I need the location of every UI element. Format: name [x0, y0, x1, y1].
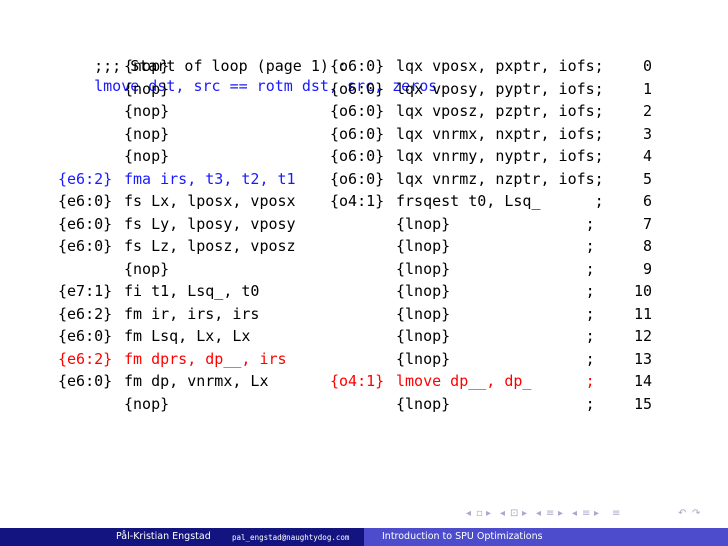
- odd-pipe-cycle-number: 8: [642, 237, 652, 255]
- nav-next-section-icon[interactable]: ▸: [558, 508, 563, 519]
- footer-author-panel: Pål-Kristian Engstad pal_engstad@naughty…: [0, 528, 364, 546]
- even-pipe-instruction: fs Lx, lposx, vposx: [124, 192, 296, 210]
- even-pipe-label: {e6:0}: [58, 327, 113, 345]
- odd-pipe-cycle-number: 9: [642, 259, 652, 278]
- odd-pipe-instruction: {lnop} ;: [396, 304, 595, 323]
- even-pipe-instruction: {nop}: [124, 102, 170, 120]
- nav-prev-subsection-icon[interactable]: ◂: [500, 508, 505, 519]
- odd-pipe-instruction: lqx vnrmy, nyptr, iofs;: [396, 147, 604, 165]
- even-pipe-instruction: fs Lz, lposz, vposz: [124, 237, 296, 255]
- odd-pipe-instruction: {lnop} ;: [396, 214, 595, 233]
- nav-prev-doc-icon[interactable]: ◂: [572, 508, 577, 519]
- odd-pipe-instruction: lqx vnrmz, nzptr, iofs;: [396, 169, 604, 188]
- even-pipe-label: {e6:2}: [58, 349, 113, 368]
- even-pipe-label: {e6:2}: [58, 304, 113, 323]
- odd-pipe-label: {o6:0}: [330, 79, 385, 98]
- odd-pipe-cycle-number: 5: [642, 169, 652, 188]
- odd-pipe-cycle-number: 2: [642, 102, 652, 120]
- slide: ;;; Start of loop (page 1) : lmove dst, …: [0, 0, 728, 546]
- odd-pipe-instruction: {lnop} ;: [396, 349, 595, 368]
- odd-pipe-instruction: {lnop} ;: [396, 237, 595, 255]
- even-pipe-instruction: fma irs, t3, t2, t1: [124, 169, 296, 188]
- even-pipe-instruction: fi t1, Lsq_, t0: [124, 282, 260, 300]
- even-pipe-instruction: fs Ly, lposy, vposy: [124, 214, 296, 233]
- odd-pipe-cycle-number: 3: [642, 124, 652, 143]
- even-pipe-instruction: {nop}: [124, 147, 170, 165]
- odd-pipe-cycle-number: 15: [633, 394, 652, 413]
- nav-back-icon[interactable]: ↶: [678, 508, 686, 519]
- nav-doc-icon[interactable]: ≡: [582, 508, 590, 519]
- footer-title-panel: Introduction to SPU Optimizations: [364, 528, 728, 546]
- odd-pipe-instruction: {lnop} ;: [396, 282, 595, 300]
- nav-prev-frame-icon[interactable]: ◂: [466, 508, 471, 519]
- nav-forward-icon[interactable]: ↷: [692, 508, 700, 519]
- nav-prev-section-icon[interactable]: ◂: [536, 508, 541, 519]
- odd-pipe-label: {o6:0}: [330, 169, 385, 188]
- odd-pipe-instruction: {lnop} ;: [396, 259, 595, 278]
- even-pipe-label: {e6:0}: [58, 237, 113, 255]
- even-pipe-label: {e6:2}: [58, 169, 113, 188]
- nav-section-icon[interactable]: ≡: [546, 508, 554, 519]
- even-pipe-label: {e6:0}: [58, 214, 113, 233]
- odd-pipe-label: {o6:0}: [330, 102, 385, 120]
- odd-pipe-instruction: lqx vposx, pxptr, iofs;: [396, 57, 604, 75]
- even-pipe-instruction: {nop}: [124, 57, 170, 75]
- even-pipe-instruction: fm dp, vnrmx, Lx: [124, 372, 269, 390]
- odd-pipe-instruction: {lnop} ;: [396, 394, 595, 413]
- odd-pipe-cycle-number: 6: [642, 192, 652, 210]
- nav-subsection-icon[interactable]: ⊡: [510, 508, 518, 519]
- odd-pipe-cycle-number: 11: [633, 304, 652, 323]
- nav-menu-icon[interactable]: ≡: [612, 508, 620, 519]
- odd-pipe-cycle-number: 1: [642, 79, 652, 98]
- footer: Pål-Kristian Engstad pal_engstad@naughty…: [0, 528, 728, 546]
- footer-title: Introduction to SPU Optimizations: [382, 531, 543, 542]
- even-pipe-instruction: {nop}: [124, 259, 170, 278]
- footer-email: pal_engstad@naughtydog.com: [232, 533, 350, 542]
- even-pipe-instruction: fm ir, irs, irs: [124, 304, 260, 323]
- nav-frame-icon[interactable]: ▫: [476, 508, 483, 519]
- odd-pipe-label: {o4:1}: [330, 192, 385, 210]
- odd-pipe-instruction: {lnop} ;: [396, 327, 595, 345]
- odd-pipe-cycle-number: 14: [633, 372, 652, 390]
- odd-pipe-label: {o6:0}: [330, 124, 385, 143]
- even-pipe-label: {e6:0}: [58, 372, 113, 390]
- even-pipe-instruction: fm Lsq, Lx, Lx: [124, 327, 251, 345]
- odd-pipe-label: {o6:0}: [330, 147, 385, 165]
- even-pipe-instruction: fm dprs, dp__, irs: [124, 349, 287, 368]
- odd-pipe-cycle-number: 10: [633, 282, 652, 300]
- odd-pipe-instruction: lmove dp__, dp_ ;: [396, 372, 595, 390]
- odd-pipe-cycle-number: 13: [633, 349, 652, 368]
- odd-pipe-cycle-number: 12: [633, 327, 652, 345]
- odd-pipe-cycle-number: 7: [642, 214, 652, 233]
- footer-author: Pål-Kristian Engstad: [116, 531, 211, 542]
- odd-pipe-cycle-number: 0: [642, 57, 652, 75]
- odd-pipe-instruction: lqx vnrmx, nxptr, iofs;: [396, 124, 604, 143]
- nav-next-doc-icon[interactable]: ▸: [594, 508, 599, 519]
- odd-pipe-cycle-number: 4: [642, 147, 652, 165]
- odd-pipe-instruction: lqx vposz, pzptr, iofs;: [396, 102, 604, 120]
- odd-pipe-label: {o4:1}: [330, 372, 385, 390]
- nav-next-subsection-icon[interactable]: ▸: [522, 508, 527, 519]
- beamer-navigation: ◂ ▫ ▸ ◂ ⊡ ▸ ◂ ≡ ▸ ◂ ≡ ▸ ≡ ↶ ↷: [466, 508, 728, 526]
- even-pipe-instruction: {nop}: [124, 79, 170, 98]
- even-pipe-label: {e6:0}: [58, 192, 113, 210]
- odd-pipe-label: {o6:0}: [330, 57, 385, 75]
- even-pipe-instruction: {nop}: [124, 394, 170, 413]
- nav-next-frame-icon[interactable]: ▸: [486, 508, 491, 519]
- odd-pipe-instruction: lqx vposy, pyptr, iofs;: [396, 79, 604, 98]
- even-pipe-instruction: {nop}: [124, 124, 170, 143]
- even-pipe-label: {e7:1}: [58, 282, 113, 300]
- odd-pipe-instruction: frsqest t0, Lsq_ ;: [396, 192, 604, 210]
